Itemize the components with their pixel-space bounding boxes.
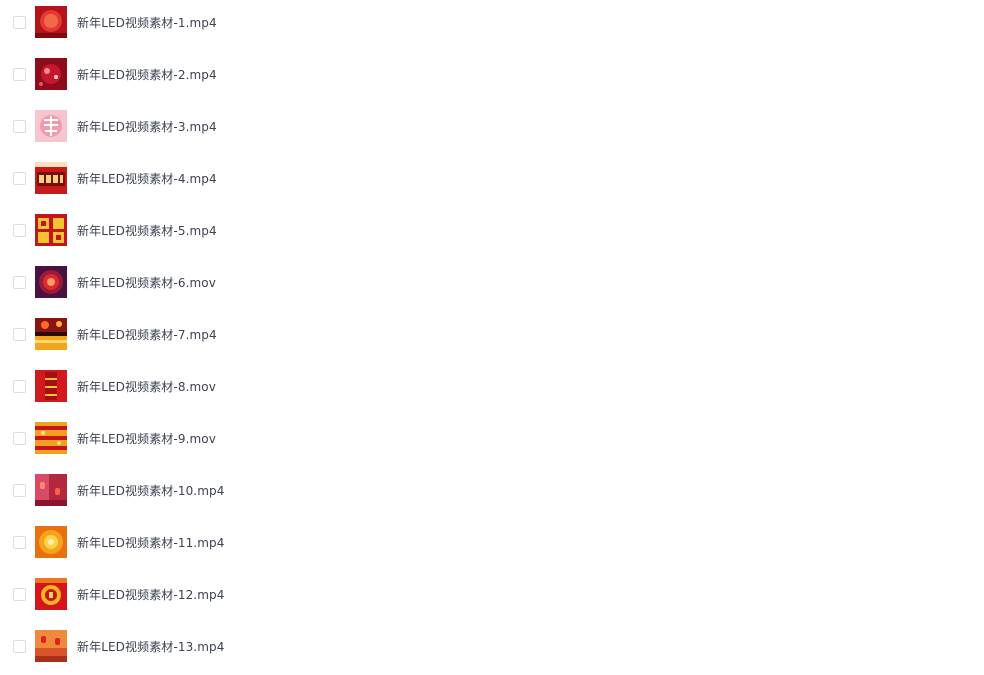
file-name[interactable]: 新年LED视频素材-10.mp4 — [77, 482, 224, 499]
file-row[interactable]: 新年LED视频素材-1.mp4 — [0, 0, 984, 48]
select-checkbox[interactable] — [13, 587, 26, 601]
file-row[interactable]: 新年LED视频素材-11.mp4 — [0, 516, 984, 568]
file-row[interactable]: 新年LED视频素材-9.mov — [0, 412, 984, 464]
file-row[interactable]: 新年LED视频素材-12.mp4 — [0, 568, 984, 620]
video-thumbnail[interactable] — [35, 474, 67, 506]
file-row[interactable]: 新年LED视频素材-7.mp4 — [0, 308, 984, 360]
video-thumbnail[interactable] — [35, 578, 67, 610]
video-thumbnail[interactable] — [35, 422, 67, 454]
file-row[interactable]: 新年LED视频素材-5.mp4 — [0, 204, 984, 256]
fireworks-gold-stage-thumbnail-icon — [35, 318, 67, 350]
file-name[interactable]: 新年LED视频素材-2.mp4 — [77, 66, 217, 83]
file-row[interactable]: 新年LED视频素材-8.mov — [0, 360, 984, 412]
video-thumbnail[interactable] — [35, 526, 67, 558]
video-thumbnail[interactable] — [35, 58, 67, 90]
select-checkbox[interactable] — [13, 639, 26, 653]
select-checkbox[interactable] — [13, 431, 26, 445]
select-checkbox[interactable] — [13, 275, 26, 289]
red-firework-ball-thumbnail-icon — [35, 58, 67, 90]
file-name[interactable]: 新年LED视频素材-1.mp4 — [77, 14, 217, 31]
pink-red-lanterns-thumbnail-icon — [35, 474, 67, 506]
video-thumbnail[interactable] — [35, 162, 67, 194]
select-checkbox[interactable] — [13, 67, 26, 81]
select-checkbox[interactable] — [13, 535, 26, 549]
file-row[interactable]: 新年LED视频素材-13.mp4 — [0, 620, 984, 672]
red-lantern-orb-thumbnail-icon — [35, 6, 67, 38]
purple-red-glow-orb-thumbnail-icon — [35, 266, 67, 298]
orange-gold-burst-thumbnail-icon — [35, 526, 67, 558]
yellow-red-pattern-thumbnail-icon — [35, 422, 67, 454]
select-checkbox[interactable] — [13, 327, 26, 341]
select-checkbox[interactable] — [13, 15, 26, 29]
select-checkbox[interactable] — [13, 171, 26, 185]
file-name[interactable]: 新年LED视频素材-9.mov — [77, 430, 216, 447]
orange-lantern-street-thumbnail-icon — [35, 630, 67, 662]
video-thumbnail[interactable] — [35, 266, 67, 298]
file-name[interactable]: 新年LED视频素材-8.mov — [77, 378, 216, 395]
video-thumbnail[interactable] — [35, 110, 67, 142]
select-checkbox[interactable] — [13, 119, 26, 133]
video-thumbnail[interactable] — [35, 630, 67, 662]
file-name[interactable]: 新年LED视频素材-6.mov — [77, 274, 216, 291]
file-name[interactable]: 新年LED视频素材-3.mp4 — [77, 118, 217, 135]
file-name[interactable]: 新年LED视频素材-7.mp4 — [77, 326, 217, 343]
red-firecracker-thumbnail-icon — [35, 370, 67, 402]
file-row[interactable]: 新年LED视频素材-10.mp4 — [0, 464, 984, 516]
red-new-year-banner-thumbnail-icon — [35, 162, 67, 194]
gold-greeting-characters-thumbnail-icon — [35, 214, 67, 246]
video-thumbnail[interactable] — [35, 318, 67, 350]
file-name[interactable]: 新年LED视频素材-4.mp4 — [77, 170, 217, 187]
pink-chun-character-thumbnail-icon — [35, 110, 67, 142]
file-name[interactable]: 新年LED视频素材-5.mp4 — [77, 222, 217, 239]
video-thumbnail[interactable] — [35, 370, 67, 402]
fu-gold-coin-thumbnail-icon — [35, 578, 67, 610]
video-thumbnail[interactable] — [35, 214, 67, 246]
file-row[interactable]: 新年LED视频素材-6.mov — [0, 256, 984, 308]
file-name[interactable]: 新年LED视频素材-13.mp4 — [77, 638, 224, 655]
file-row[interactable]: 新年LED视频素材-3.mp4 — [0, 100, 984, 152]
select-checkbox[interactable] — [13, 379, 26, 393]
video-thumbnail[interactable] — [35, 6, 67, 38]
file-list: 新年LED视频素材-1.mp4 新年LED视频素材-2.mp4 新年LED视频素… — [0, 0, 984, 675]
file-name[interactable]: 新年LED视频素材-11.mp4 — [77, 534, 224, 551]
file-row[interactable]: 新年LED视频素材-2.mp4 — [0, 48, 984, 100]
file-row[interactable]: 新年LED视频素材-4.mp4 — [0, 152, 984, 204]
select-checkbox[interactable] — [13, 483, 26, 497]
file-name[interactable]: 新年LED视频素材-12.mp4 — [77, 586, 224, 603]
select-checkbox[interactable] — [13, 223, 26, 237]
